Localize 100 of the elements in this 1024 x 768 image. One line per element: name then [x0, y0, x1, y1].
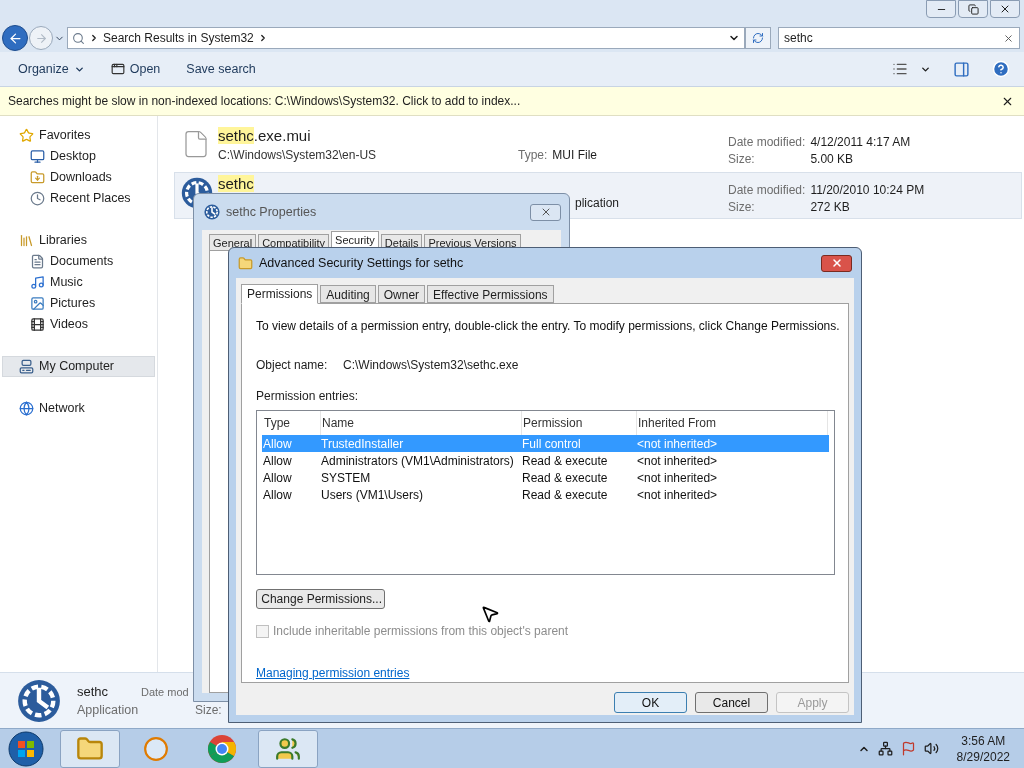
- sidebar-item[interactable]: Pictures: [2, 293, 155, 314]
- size-label: Size:: [194, 701, 222, 719]
- date-label: Date modified:: [728, 134, 806, 151]
- sidebar-item[interactable]: Desktop: [2, 146, 155, 167]
- file-name: sethc: [218, 174, 255, 194]
- window-icon: [110, 62, 125, 76]
- window-title: Advanced Security Settings for sethc: [259, 254, 464, 272]
- sidebar-item[interactable]: Libraries: [2, 230, 155, 251]
- table-cell-text: Read & execute: [522, 469, 609, 487]
- table-cell-text: SYSTEM: [321, 469, 372, 487]
- table-cell-text: <not inherited>: [637, 452, 719, 470]
- restore-button[interactable]: [958, 0, 988, 18]
- back-button[interactable]: [2, 25, 28, 51]
- file-size: 272 KB: [810, 199, 851, 216]
- close-button[interactable]: [821, 254, 852, 272]
- speaker-icon[interactable]: [923, 741, 939, 756]
- table-cell-text: <not inherited>: [637, 469, 719, 487]
- file-type: MUI File: [552, 147, 598, 164]
- file-type: Application: [77, 701, 140, 719]
- library-icon: [19, 233, 34, 248]
- document-icon: [30, 254, 45, 269]
- views-icon[interactable]: [892, 61, 908, 77]
- close-icon: [830, 257, 843, 269]
- network-icon[interactable]: [877, 741, 893, 756]
- toolbar-button[interactable]: Open: [100, 57, 171, 81]
- size-label: Size:: [728, 199, 756, 216]
- help-link[interactable]: Managing permission entries: [256, 664, 410, 682]
- permission-row[interactable]: Allow Users (VM1\Users) Read & execute <not inherited>: [262, 486, 829, 503]
- file-name: sethc: [77, 682, 110, 701]
- address-field[interactable]: Search Results in System32: [67, 27, 745, 49]
- sidebar-item[interactable]: Recent Places: [2, 188, 155, 209]
- date-label: Date modified:: [728, 182, 806, 199]
- dialog-button[interactable]: Cancel: [695, 692, 768, 713]
- taskbar-button[interactable]: [258, 729, 318, 768]
- close-button[interactable]: [990, 0, 1020, 18]
- table-cell-text: Allow: [263, 469, 293, 487]
- size-label: Size:: [728, 151, 756, 168]
- file-name: sethc.exe.mui: [218, 126, 312, 146]
- refresh-icon: [752, 32, 764, 44]
- mouse-pointer-icon: [480, 604, 500, 624]
- organize-menu[interactable]: Organize: [8, 57, 95, 81]
- browser-icon: [207, 733, 237, 764]
- date-modified: 11/20/2010 10:24 PM: [810, 182, 925, 199]
- table-cell-text: <not inherited>: [637, 486, 719, 504]
- refresh-button[interactable]: [745, 27, 771, 49]
- taskbar-button[interactable]: [60, 729, 120, 768]
- film-icon: [30, 317, 45, 332]
- monitor-icon: [30, 149, 45, 164]
- tab[interactable]: Effective Permissions: [427, 285, 554, 303]
- start-button[interactable]: [6, 729, 46, 768]
- table-cell-text: TrustedInstaller: [321, 435, 405, 453]
- breadcrumb[interactable]: Search Results in System32: [103, 29, 254, 47]
- clock[interactable]: 3:56 AM 8/29/2022: [956, 732, 1010, 765]
- sidebar-item[interactable]: Music: [2, 272, 155, 293]
- clock-icon: [30, 191, 45, 206]
- date-modified: 4/12/2011 4:17 AM: [810, 134, 911, 151]
- permission-row[interactable]: Allow SYSTEM Read & execute <not inherited>: [262, 469, 829, 486]
- flag-icon[interactable]: [900, 741, 916, 756]
- file-size: 5.00 KB: [810, 151, 855, 168]
- permission-entries-label: Permission entries:: [256, 388, 360, 405]
- object-name-value: C:\Windows\System32\sethc.exe: [343, 357, 519, 374]
- file-path: C:\Windows\System32\en-US: [218, 147, 378, 164]
- globe-icon: [19, 401, 34, 416]
- close-icon: [999, 3, 1011, 15]
- folder-icon: [30, 170, 45, 185]
- checkbox-label: Include inheritable permissions from this object's parent: [273, 623, 569, 640]
- toolbar-button[interactable]: Save search: [176, 57, 266, 81]
- sidebar-item[interactable]: Network: [2, 398, 155, 419]
- table-cell-text: Full control: [522, 435, 582, 453]
- table-cell-text: <not inherited>: [637, 435, 719, 453]
- folder-icon: [76, 734, 104, 763]
- info-bar[interactable]: Searches might be slow in non-indexed locations: C:\Windows\System32. Click to add to index...: [0, 87, 1024, 116]
- sidebar-item[interactable]: Videos: [2, 314, 155, 335]
- permission-row[interactable]: Allow Administrators (VM1\Administrators) Read & execute <not inherited>: [262, 452, 829, 469]
- tab[interactable]: Permissions: [241, 284, 319, 304]
- forward-arrow-icon: [34, 31, 48, 45]
- computer-icon: [19, 359, 34, 374]
- sidebar-item[interactable]: My Computer: [2, 356, 155, 377]
- picture-icon: [30, 296, 45, 311]
- preview-pane-icon[interactable]: [953, 60, 970, 78]
- help-icon[interactable]: [992, 60, 1010, 78]
- search-icon: [72, 31, 85, 45]
- table-cell-text: Allow: [263, 435, 293, 453]
- table-cell-text: Allow: [263, 452, 293, 470]
- search-result[interactable]: sethc.exe.mui C:\Windows\System32\en-US Type: MUI File Date modified: 4/12/2011 4:17 AM Size: 5.00 KB: [174, 124, 1022, 171]
- sidebar-item[interactable]: Favorites: [2, 125, 155, 146]
- tab[interactable]: Auditing: [320, 285, 376, 303]
- tab[interactable]: Owner: [377, 285, 426, 303]
- star-icon: [19, 128, 34, 143]
- clear-icon[interactable]: [1003, 32, 1014, 44]
- table-cell-text: Allow: [263, 486, 293, 504]
- change-permissions-button[interactable]: Change Permissions...: [256, 588, 385, 609]
- sidebar-item[interactable]: Documents: [2, 251, 155, 272]
- sidebar-item[interactable]: Downloads: [2, 167, 155, 188]
- file-type: plication: [575, 195, 620, 212]
- search-field[interactable]: sethc: [778, 27, 1020, 49]
- tab[interactable]: General: [209, 234, 257, 250]
- dialog-button[interactable]: OK: [614, 692, 687, 713]
- table-cell-text: Read & execute: [522, 486, 609, 504]
- music-icon: [30, 275, 45, 290]
